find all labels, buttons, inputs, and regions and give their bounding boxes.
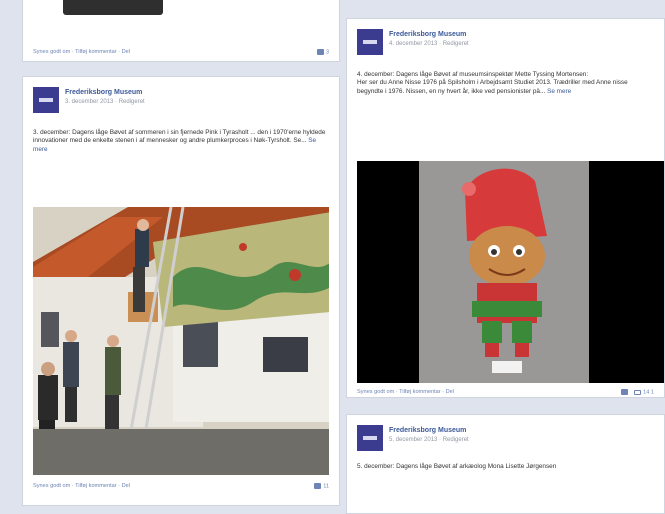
post-photo[interactable] [33,207,329,475]
page-name[interactable]: Frederiksborg Museum [389,31,466,38]
post-header: Frederiksborg Museum 4. december 2013 · … [357,29,654,59]
post-timestamp[interactable]: 5. december 2013 · Redigeret [389,437,469,443]
page-avatar[interactable] [33,87,59,113]
post-text: 3. december: Dagens låge Bøvet af sommer… [33,129,329,154]
comment-icon [634,389,642,395]
page-name[interactable]: Frederiksborg Museum [389,427,466,434]
photo-image [33,207,329,475]
post-photo[interactable] [357,161,664,383]
post-header: Frederiksborg Museum 5. december 2013 · … [357,425,654,455]
like-icon [316,49,324,55]
post-actions[interactable]: Synes godt om · Tilføj kommentar · Del [357,389,454,395]
post-card: Frederiksborg Museum 5. december 2013 · … [346,414,665,514]
post-card-top: Synes godt om · Tilføj kommentar · Del 3 [22,0,340,62]
post-timestamp[interactable]: 3. december 2013 · Redigeret [65,99,145,105]
post-action-bar: Synes godt om · Tilføj kommentar · Del 1… [357,389,654,399]
post-counts: 14 1 [621,389,654,395]
page-avatar[interactable] [357,29,383,55]
like-count: 14 1 [643,389,654,396]
post-text: 4. december: Dagens låge Bøvet af museum… [357,71,654,96]
post-body: 3. december: Dagens låge Bøvet af sommer… [33,129,326,145]
post-image[interactable] [63,0,163,15]
post-body: 4. december: Dagens låge Bøvet af museum… [357,71,628,95]
post-counts: 3 [316,49,329,56]
photo-image [357,161,664,383]
page-name[interactable]: Frederiksborg Museum [65,89,142,96]
post-actions[interactable]: Synes godt om · Tilføj kommentar · Del [33,49,130,55]
post-actions[interactable]: Synes godt om · Tilføj kommentar · Del [33,483,130,489]
like-icon [621,389,629,395]
post-card: Frederiksborg Museum 3. december 2013 · … [22,76,340,506]
like-count: 3 [325,49,329,56]
post-text: 5. december: Dagens låge Bøvet af arkæol… [357,463,654,471]
like-icon [314,483,322,489]
post-body: 5. december: Dagens låge Bøvet af arkæol… [357,463,557,470]
left-column: Synes godt om · Tilføj kommentar · Del 3… [22,0,340,506]
post-counts: 11 [314,483,329,489]
see-more-link[interactable]: Se mere [547,88,571,95]
post-header: Frederiksborg Museum 3. december 2013 · … [33,87,329,117]
like-count: 11 [323,483,329,490]
page-avatar[interactable] [357,425,383,451]
post-action-bar: Synes godt om · Tilføj kommentar · Del 3 [33,49,329,59]
right-column: Frederiksborg Museum 4. december 2013 · … [346,0,665,514]
post-timestamp[interactable]: 4. december 2013 · Redigeret [389,41,469,47]
post-card: Frederiksborg Museum 4. december 2013 · … [346,18,665,398]
post-action-bar: Synes godt om · Tilføj kommentar · Del 1… [33,483,329,493]
